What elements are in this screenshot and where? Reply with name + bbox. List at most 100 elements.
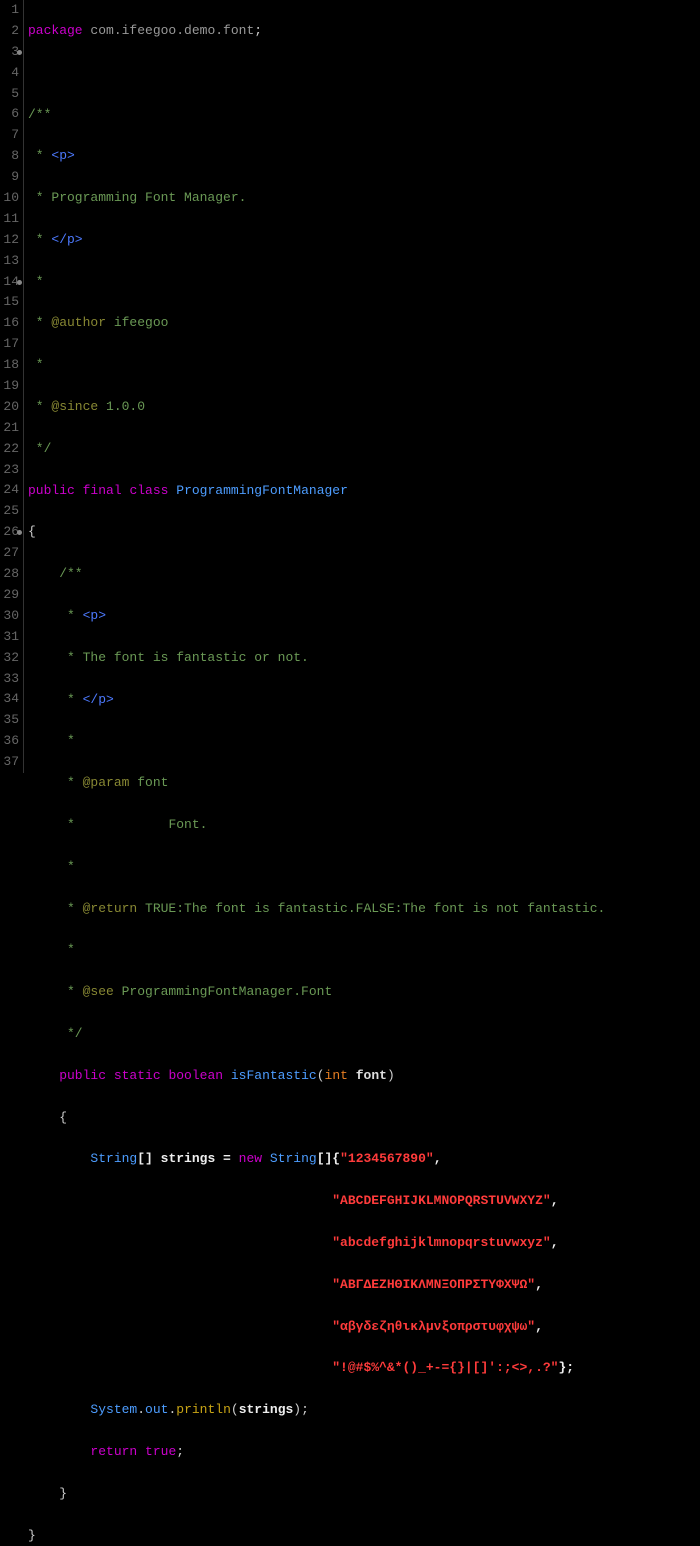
keyword-final: final bbox=[83, 483, 122, 498]
code-line: * The font is fantastic or not. bbox=[28, 648, 605, 669]
javadoc-tag: @author bbox=[51, 315, 106, 330]
line-number: 32 bbox=[2, 648, 19, 669]
javadoc-tag: @see bbox=[83, 984, 114, 999]
keyword-public: public bbox=[28, 1068, 106, 1083]
line-number: 29 bbox=[2, 585, 19, 606]
type-name: String bbox=[90, 1151, 137, 1166]
javadoc-text: The font is fantastic or not. bbox=[83, 650, 309, 665]
keyword-new: new bbox=[239, 1151, 262, 1166]
line-number: 22 bbox=[2, 439, 19, 460]
line-number: 7 bbox=[2, 125, 19, 146]
keyword-static: static bbox=[114, 1068, 161, 1083]
line-number: 5 bbox=[2, 84, 19, 105]
code-line: { bbox=[28, 522, 605, 543]
line-number: 33 bbox=[2, 669, 19, 690]
line-number: 14 bbox=[2, 272, 19, 293]
code-line: "ΑΒΓΔΕΖΗΘΙΚΛΜΝΞΟΠΡΣΤΥΦΧΨΩ", bbox=[28, 1275, 605, 1296]
line-number: 3 bbox=[2, 42, 19, 63]
javadoc-tag: @return bbox=[83, 901, 138, 916]
line-number: 19 bbox=[2, 376, 19, 397]
line-number: 25 bbox=[2, 501, 19, 522]
string-literal: "ΑΒΓΔΕΖΗΘΙΚΛΜΝΞΟΠΡΣΤΥΦΧΨΩ" bbox=[332, 1277, 535, 1292]
method-name: isFantastic bbox=[231, 1068, 317, 1083]
package-path: com.ifeegoo.demo.font bbox=[90, 23, 254, 38]
line-number: 13 bbox=[2, 251, 19, 272]
param-type: int bbox=[325, 1068, 348, 1083]
code-line: * @author ifeegoo bbox=[28, 313, 605, 334]
line-number: 27 bbox=[2, 543, 19, 564]
code-line: * @return TRUE:The font is fantastic.FAL… bbox=[28, 899, 605, 920]
code-line: /** bbox=[28, 564, 605, 585]
code-line: String[] strings = new String[]{"1234567… bbox=[28, 1149, 605, 1170]
keyword-public: public bbox=[28, 483, 75, 498]
line-number-gutter: 1234567891011121314151617181920212223242… bbox=[0, 0, 24, 773]
html-tag: <p> bbox=[51, 148, 74, 163]
code-line: * Font. bbox=[28, 815, 605, 836]
keyword-return: return bbox=[90, 1444, 137, 1459]
code-line: * bbox=[28, 940, 605, 961]
code-line: package com.ifeegoo.demo.font; bbox=[28, 21, 605, 42]
line-number: 15 bbox=[2, 292, 19, 313]
line-number: 31 bbox=[2, 627, 19, 648]
code-line: * </p> bbox=[28, 230, 605, 251]
code-line: * @since 1.0.0 bbox=[28, 397, 605, 418]
code-editor[interactable]: package com.ifeegoo.demo.font; /** * <p>… bbox=[24, 0, 605, 773]
javadoc-text: Programming Font Manager. bbox=[51, 190, 246, 205]
line-number: 28 bbox=[2, 564, 19, 585]
code-line: * </p> bbox=[28, 690, 605, 711]
line-number: 35 bbox=[2, 710, 19, 731]
code-line: * @param font bbox=[28, 773, 605, 794]
line-number: 2 bbox=[2, 21, 19, 42]
line-number: 30 bbox=[2, 606, 19, 627]
line-number: 23 bbox=[2, 460, 19, 481]
line-number: 36 bbox=[2, 731, 19, 752]
line-number: 26 bbox=[2, 522, 19, 543]
javadoc-close: */ bbox=[28, 441, 51, 456]
string-literal: "abcdefghijklmnopqrstuvwxyz" bbox=[332, 1235, 550, 1250]
code-line: */ bbox=[28, 439, 605, 460]
html-tag: <p> bbox=[83, 608, 106, 623]
code-line: /** bbox=[28, 105, 605, 126]
line-number: 1 bbox=[2, 0, 19, 21]
line-number: 24 bbox=[2, 480, 19, 501]
code-line: "abcdefghijklmnopqrstuvwxyz", bbox=[28, 1233, 605, 1254]
line-number: 17 bbox=[2, 334, 19, 355]
javadoc-open: /** bbox=[28, 566, 83, 581]
line-number: 12 bbox=[2, 230, 19, 251]
code-line: public static boolean isFantastic(int fo… bbox=[28, 1066, 605, 1087]
line-number: 10 bbox=[2, 188, 19, 209]
code-line: * bbox=[28, 857, 605, 878]
code-line: "!@#$%^&*()_+-={}|[]':;<>,.?"}; bbox=[28, 1358, 605, 1379]
return-type: boolean bbox=[168, 1068, 223, 1083]
line-number: 20 bbox=[2, 397, 19, 418]
keyword-package: package bbox=[28, 23, 83, 38]
javadoc-close: */ bbox=[28, 1026, 83, 1041]
code-line bbox=[28, 63, 605, 84]
line-number: 4 bbox=[2, 63, 19, 84]
line-number: 8 bbox=[2, 146, 19, 167]
class-ref: System bbox=[90, 1402, 137, 1417]
code-line: } bbox=[28, 1526, 605, 1546]
code-line: * <p> bbox=[28, 146, 605, 167]
code-line: return true; bbox=[28, 1442, 605, 1463]
param-name: font bbox=[356, 1068, 387, 1083]
code-line: * bbox=[28, 731, 605, 752]
code-line: */ bbox=[28, 1024, 605, 1045]
variable-name: strings bbox=[161, 1151, 216, 1166]
string-literal: "1234567890" bbox=[340, 1151, 434, 1166]
string-literal: "ABCDEFGHIJKLMNOPQRSTUVWXYZ" bbox=[332, 1193, 550, 1208]
line-number: 11 bbox=[2, 209, 19, 230]
class-name: ProgrammingFontManager bbox=[176, 483, 348, 498]
line-number: 16 bbox=[2, 313, 19, 334]
string-literal: "αβγδεζηθικλμνξοπρστυφχψω" bbox=[332, 1319, 535, 1334]
line-number: 34 bbox=[2, 689, 19, 710]
string-literal: "!@#$%^&*()_+-={}|[]':;<>,.?" bbox=[332, 1360, 558, 1375]
boolean-literal: true bbox=[145, 1444, 176, 1459]
line-number: 21 bbox=[2, 418, 19, 439]
code-line: * @see ProgrammingFontManager.Font bbox=[28, 982, 605, 1003]
code-line: } bbox=[28, 1484, 605, 1505]
code-line: * Programming Font Manager. bbox=[28, 188, 605, 209]
code-line: "αβγδεζηθικλμνξοπρστυφχψω", bbox=[28, 1317, 605, 1338]
code-line: "ABCDEFGHIJKLMNOPQRSTUVWXYZ", bbox=[28, 1191, 605, 1212]
line-number: 6 bbox=[2, 104, 19, 125]
